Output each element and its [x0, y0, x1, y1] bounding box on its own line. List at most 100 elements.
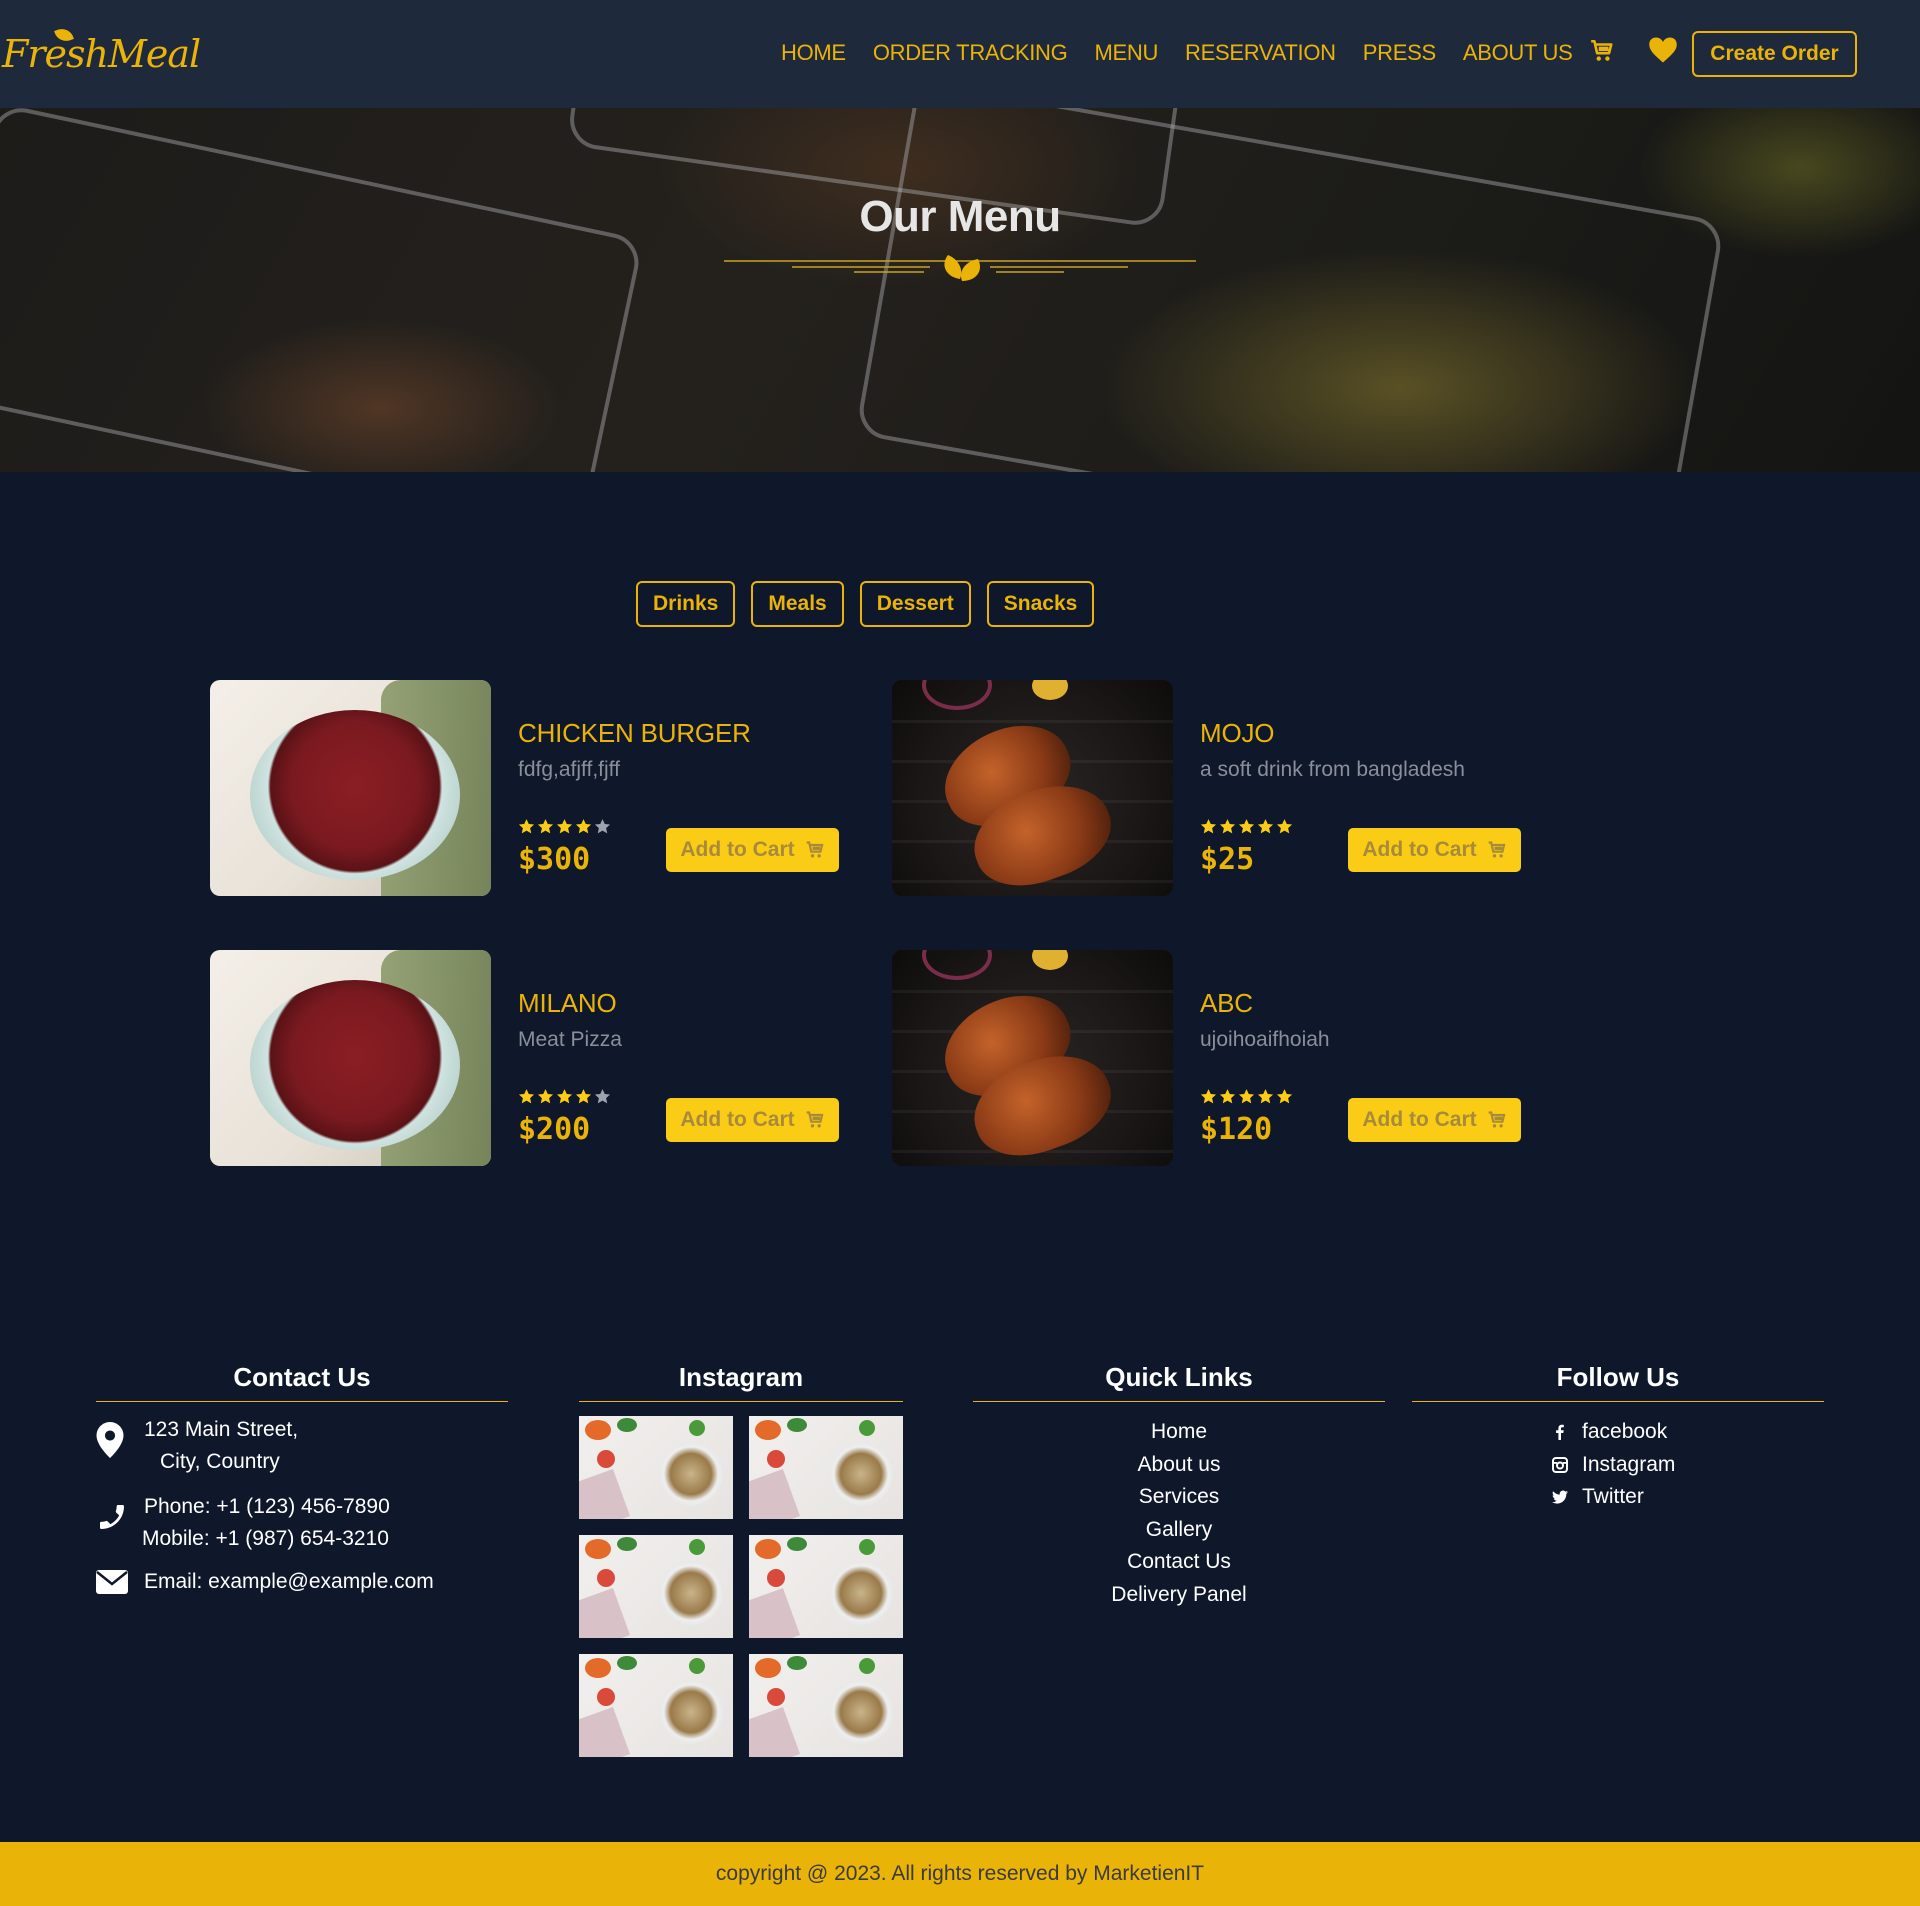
top-navbar: FreshMeal HOME ORDER TRACKING MENU RESER…: [0, 0, 1920, 108]
cart-icon: [1488, 841, 1506, 858]
category-meals[interactable]: Meals: [751, 581, 844, 627]
star-icon: [1276, 1089, 1293, 1104]
instagram-photo[interactable]: [749, 1535, 903, 1638]
footer-contact: Contact Us 123 Main Street, City, Country…: [96, 1362, 508, 1622]
cart-icon: [1488, 1111, 1506, 1128]
product-description: fdfg,afjff,fjff: [518, 758, 620, 781]
nav-home[interactable]: HOME: [781, 40, 846, 66]
star-rating: [1200, 818, 1293, 835]
facebook-icon: [1556, 1424, 1564, 1441]
add-to-cart-button[interactable]: Add to Cart: [666, 828, 839, 872]
star-icon: [1257, 819, 1274, 834]
nav-reservation[interactable]: RESERVATION: [1185, 40, 1336, 66]
address-line-2: City, Country: [160, 1450, 280, 1473]
add-to-cart-label: Add to Cart: [680, 1108, 795, 1131]
star-icon: [594, 819, 611, 834]
category-drinks[interactable]: Drinks: [636, 581, 736, 627]
instagram-photo[interactable]: [579, 1535, 733, 1638]
product-card: ABC ujoihoaifhoiah $120 Add to Cart: [892, 950, 1542, 1166]
product-name: ABC: [1200, 988, 1253, 1018]
nav-press[interactable]: PRESS: [1363, 40, 1436, 66]
heart-icon[interactable]: [1648, 36, 1678, 64]
quick-links-list: Home About us Services Gallery Contact U…: [973, 1416, 1385, 1611]
star-icon: [575, 819, 592, 834]
category-snacks[interactable]: Snacks: [986, 581, 1095, 627]
social-links: facebook Instagram Twitter: [1552, 1416, 1824, 1514]
product-image: [210, 680, 491, 896]
star-icon: [1238, 819, 1255, 834]
copyright-text: copyright @ 2023. All rights reserved by…: [715, 1862, 1205, 1885]
copyright-bar: copyright @ 2023. All rights reserved by…: [0, 1842, 1920, 1906]
star-rating: [518, 818, 611, 835]
social-instagram[interactable]: Instagram: [1552, 1449, 1824, 1482]
instagram-icon: [1552, 1456, 1568, 1473]
product-image: [210, 950, 491, 1166]
product-description: a soft drink from bangladesh: [1200, 758, 1465, 781]
quick-link-contact-us[interactable]: Contact Us: [1127, 1546, 1231, 1579]
quick-link-services[interactable]: Services: [1139, 1481, 1220, 1514]
footer-follow-us: Follow Us facebook Instagram Twitter: [1412, 1362, 1824, 1514]
instagram-photo[interactable]: [749, 1416, 903, 1519]
instagram-photo[interactable]: [579, 1416, 733, 1519]
add-to-cart-button[interactable]: Add to Cart: [666, 1098, 839, 1142]
product-price: $200: [518, 1112, 591, 1147]
add-to-cart-label: Add to Cart: [680, 838, 795, 861]
nav-menu[interactable]: MENU: [1094, 40, 1158, 66]
social-facebook-label: facebook: [1582, 1420, 1668, 1443]
location-pin-icon: [96, 1422, 124, 1458]
star-icon: [594, 1089, 611, 1104]
main-menu: HOME ORDER TRACKING MENU RESERVATION PRE…: [781, 40, 1600, 66]
quick-link-gallery[interactable]: Gallery: [1146, 1514, 1213, 1547]
social-facebook[interactable]: facebook: [1552, 1416, 1824, 1449]
create-order-button[interactable]: Create Order: [1692, 31, 1857, 77]
email: Email: example@example.com: [96, 1566, 434, 1598]
nav-about-us[interactable]: ABOUT US: [1463, 40, 1573, 66]
star-icon: [1219, 819, 1236, 834]
cart-icon: [806, 841, 824, 858]
star-icon: [575, 1089, 592, 1104]
email-address: Email: example@example.com: [144, 1570, 434, 1593]
brand-logo[interactable]: FreshMeal: [0, 22, 201, 90]
star-icon: [518, 1089, 535, 1104]
instagram-photo[interactable]: [579, 1654, 733, 1757]
product-card: MILANO Meat Pizza $200 Add to Cart: [210, 950, 860, 1166]
title-divider: [724, 255, 1196, 281]
quick-links-heading: Quick Links: [973, 1362, 1385, 1402]
product-name: MOJO: [1200, 718, 1275, 748]
product-price: $120: [1200, 1112, 1273, 1147]
cart-icon[interactable]: [1589, 38, 1615, 64]
star-icon: [556, 819, 573, 834]
star-icon: [556, 1089, 573, 1104]
star-rating: [518, 1088, 611, 1105]
phone-number: Phone: +1 (123) 456-7890: [144, 1495, 390, 1518]
category-dessert[interactable]: Dessert: [859, 581, 971, 627]
product-name: CHICKEN BURGER: [518, 718, 751, 748]
social-twitter[interactable]: Twitter: [1552, 1481, 1824, 1514]
star-icon: [1238, 1089, 1255, 1104]
quick-link-about-us[interactable]: About us: [1138, 1449, 1221, 1482]
product-price: $300: [518, 842, 591, 877]
instagram-photo[interactable]: [749, 1654, 903, 1757]
twitter-icon: [1552, 1490, 1568, 1504]
star-icon: [1200, 819, 1217, 834]
food-tray: [0, 108, 644, 472]
quick-link-home[interactable]: Home: [1151, 1416, 1207, 1449]
star-icon: [1200, 1089, 1217, 1104]
address: 123 Main Street, City, Country: [96, 1414, 298, 1478]
star-rating: [1200, 1088, 1293, 1105]
product-card: MOJO a soft drink from bangladesh $25 Ad…: [892, 680, 1542, 896]
star-icon: [537, 1089, 554, 1104]
cart-icon: [806, 1111, 824, 1128]
add-to-cart-button[interactable]: Add to Cart: [1348, 828, 1521, 872]
quick-link-delivery-panel[interactable]: Delivery Panel: [1111, 1579, 1246, 1612]
hero-banner: Our Menu: [0, 108, 1920, 472]
add-to-cart-button[interactable]: Add to Cart: [1348, 1098, 1521, 1142]
product-name: MILANO: [518, 988, 617, 1018]
footer-instagram: Instagram: [579, 1362, 903, 1762]
follow-heading: Follow Us: [1412, 1362, 1824, 1402]
product-price: $25: [1200, 842, 1255, 877]
nav-order-tracking[interactable]: ORDER TRACKING: [873, 40, 1068, 66]
category-filters: Drinks Meals Dessert Snacks: [636, 581, 1095, 627]
footer-quick-links: Quick Links Home About us Services Galle…: [973, 1362, 1385, 1611]
hero-title: Our Menu: [859, 192, 1061, 241]
